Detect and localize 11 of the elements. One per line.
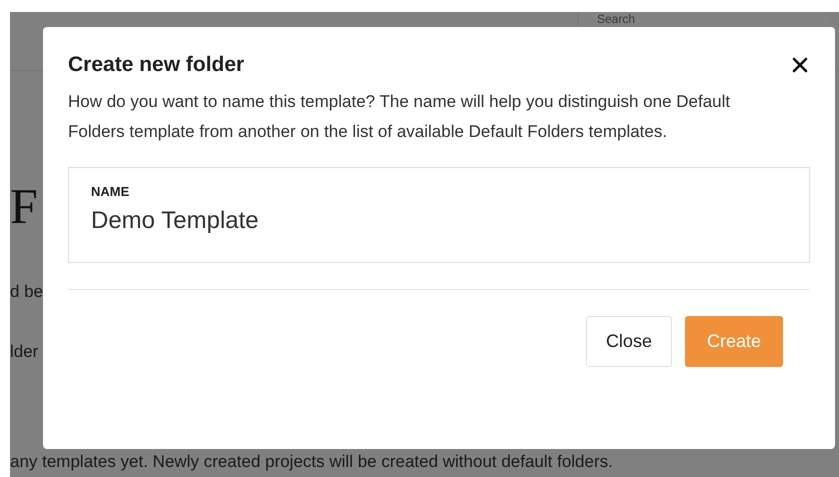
dialog-description: How do you want to name this template? The name will help you distinguish one Default Folders template from another on the list of available Default Folders templates. xyxy=(68,91,732,143)
field-value: Demo Template xyxy=(91,207,260,235)
page-heading: F xyxy=(10,177,38,235)
page-text: lder xyxy=(10,342,38,362)
close-button[interactable]: Close xyxy=(586,316,672,367)
dialog-title: Create new folder xyxy=(68,53,244,77)
field-label: NAME xyxy=(91,184,130,199)
page-text: d be xyxy=(10,282,44,302)
page-text: any templates yet. Newly created projects will be created without default folders. xyxy=(10,452,613,472)
name-field[interactable]: NAME Demo Template xyxy=(68,167,810,263)
close-icon[interactable] xyxy=(792,57,808,73)
